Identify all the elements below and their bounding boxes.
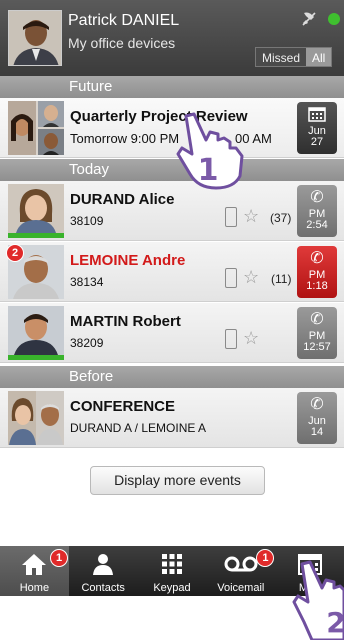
filter-all-button[interactable]: All <box>306 48 332 66</box>
call-time: 2:54 <box>306 219 328 231</box>
filter-missed-button[interactable]: Missed <box>256 48 307 66</box>
call-back-button[interactable]: ✆ PM 12:57 <box>297 307 337 359</box>
event-title: CONFERENCE <box>70 398 176 415</box>
event-participants: DURAND A / LEMOINE A <box>70 421 207 435</box>
mobile-phone-icon[interactable] <box>225 329 237 349</box>
keypad-icon <box>138 546 207 578</box>
contact-name: DURAND Alice <box>70 191 175 208</box>
tutorial-pointer-hand-icon: 2 <box>292 560 344 640</box>
call-row-martin[interactable]: MARTIN Robert 38209 ☆ ✆ PM 12:57 <box>0 303 344 363</box>
contacts-icon <box>69 546 138 578</box>
call-count: (11) <box>271 272 292 286</box>
tab-keypad[interactable]: Keypad <box>138 546 207 596</box>
tab-contacts[interactable]: Contacts <box>69 546 138 596</box>
favorite-star-icon[interactable]: ☆ <box>243 329 261 347</box>
tab-label: Voicemail <box>217 582 265 594</box>
contact-number: 38134 <box>70 275 104 289</box>
call-row-lemoine[interactable]: 2 LEMOINE Andre 38134 ☆ (11) ✆ PM 1:18 <box>0 242 344 302</box>
meeting-participants-image <box>8 101 64 155</box>
conference-call-button[interactable]: ✆ Jun 14 <box>297 392 337 444</box>
phone-handset-icon: ✆ <box>310 250 324 267</box>
contact-number: 38109 <box>70 214 104 228</box>
phone-handset-icon: ✆ <box>310 396 324 413</box>
event-time: Tomorrow 9:00 PM 00 AM <box>70 131 272 146</box>
mute-microphone-icon[interactable] <box>300 10 318 28</box>
section-future: Future <box>0 76 344 98</box>
phone-handset-icon: ✆ <box>310 311 324 328</box>
call-back-button[interactable]: ✆ PM 1:18 <box>297 246 337 298</box>
call-filter: Missed All <box>255 47 333 67</box>
calendar-date-button[interactable]: Jun 27 <box>297 102 337 154</box>
step-number-1: 1 <box>198 153 219 188</box>
phone-handset-icon: ✆ <box>310 189 324 206</box>
tab-label: Contacts <box>81 582 125 594</box>
favorite-star-icon[interactable]: ☆ <box>243 207 261 225</box>
tutorial-pointer-hand-icon: 1 <box>176 112 244 190</box>
call-time: 12:57 <box>303 341 331 353</box>
step-number-2: 2 <box>326 606 344 639</box>
user-subtitle[interactable]: My office devices <box>68 35 175 51</box>
calendar-icon <box>297 102 337 126</box>
event-day: 14 <box>310 426 324 438</box>
user-avatar[interactable] <box>8 10 62 66</box>
display-more-events-button[interactable]: Display more events <box>90 466 265 495</box>
tab-home[interactable]: Home 1 <box>0 546 69 596</box>
notification-badge: 1 <box>50 549 68 567</box>
presence-status-dot <box>328 13 340 25</box>
favorite-star-icon[interactable]: ☆ <box>243 268 261 286</box>
event-row-conference[interactable]: CONFERENCE DURAND A / LEMOINE A ✆ Jun 14 <box>0 388 344 448</box>
contact-name: MARTIN Robert <box>70 313 181 330</box>
mobile-phone-icon[interactable] <box>225 268 237 288</box>
contact-photo-durand <box>8 184 64 238</box>
call-count: (37) <box>270 211 292 225</box>
header: Patrick DANIEL My office devices Missed … <box>0 0 344 76</box>
call-back-button[interactable]: ✆ PM 2:54 <box>297 185 337 237</box>
contact-number: 38209 <box>70 336 104 350</box>
conference-participants-image <box>8 391 64 445</box>
event-day: 27 <box>310 136 324 148</box>
section-before: Before <box>0 366 344 388</box>
contact-photo-martin <box>8 306 64 360</box>
contact-name: LEMOINE Andre <box>70 252 186 269</box>
event-time-start: Tomorrow 9:00 PM <box>70 131 180 146</box>
call-time: 1:18 <box>306 280 328 292</box>
tab-label: Keypad <box>153 582 191 594</box>
tab-voicemail[interactable]: Voicemail 1 <box>206 546 275 596</box>
tab-label: Home <box>19 582 50 594</box>
missed-calls-badge: 2 <box>6 244 24 262</box>
user-name: Patrick DANIEL <box>68 12 180 29</box>
mobile-phone-icon[interactable] <box>225 207 237 227</box>
